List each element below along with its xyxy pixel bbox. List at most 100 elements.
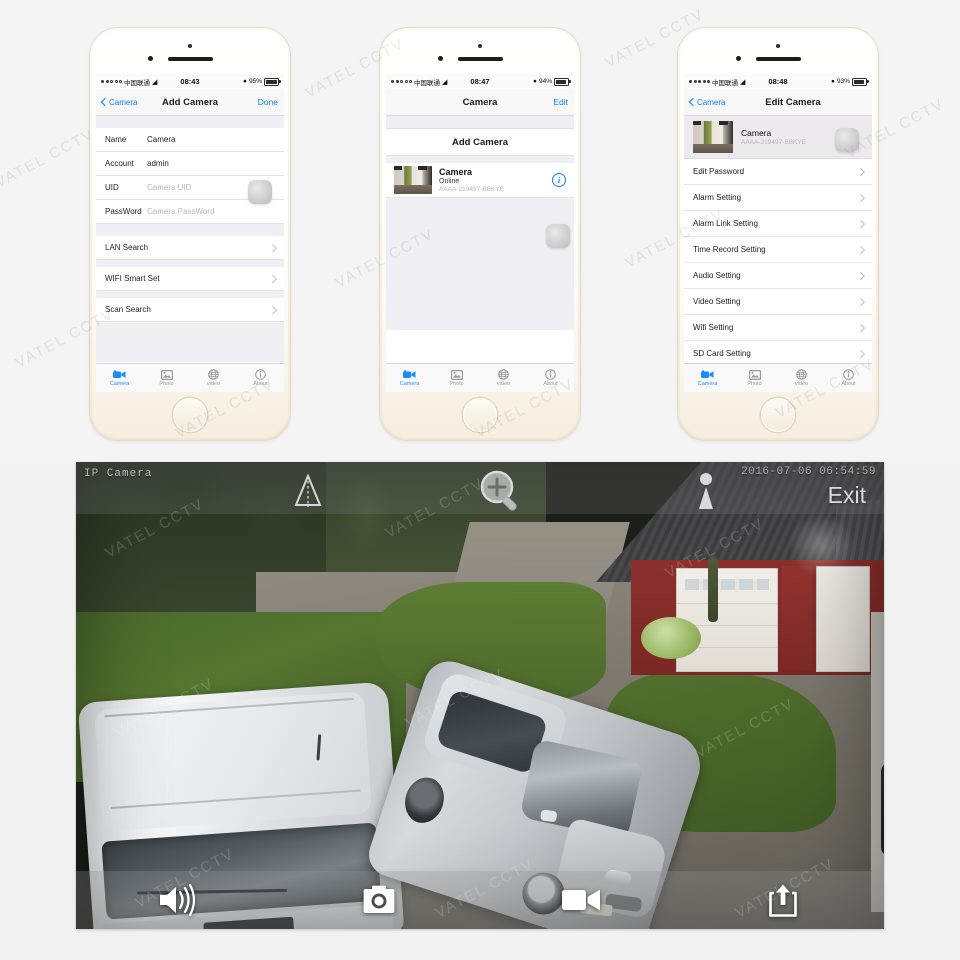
- add-camera-button[interactable]: Add Camera: [386, 128, 574, 156]
- camera-name: Camera: [439, 167, 473, 177]
- tab-about[interactable]: About: [825, 364, 872, 392]
- camcorder-icon: [403, 369, 416, 380]
- status-bar: 中国联通 ◢ 08:43 ● 95%: [96, 74, 284, 89]
- status-bar: 中国联通 ◢ 08:47 ● 94%: [386, 74, 574, 89]
- tab-camera[interactable]: Camera: [386, 364, 433, 392]
- camera-uid: AAAA-219497-BBKYE: [741, 139, 807, 146]
- wifi-smart-set-row[interactable]: WIFI Smart Set: [96, 267, 284, 291]
- record-video-icon[interactable]: [480, 886, 682, 914]
- camcorder-icon: [701, 369, 714, 380]
- chevron-right-icon: [268, 305, 277, 314]
- info-icon: [544, 369, 557, 380]
- wifi-smart-set-label: WIFI Smart Set: [105, 274, 160, 283]
- setting-row-audio-setting[interactable]: Audio Setting: [684, 263, 872, 289]
- side-door: [816, 566, 870, 672]
- tab-label: Camera: [399, 381, 420, 387]
- tab-bar: Camera Photo video About: [386, 363, 574, 392]
- tab-label: Photo: [747, 381, 762, 387]
- earpiece-speaker: [756, 57, 801, 61]
- setting-row-edit-password[interactable]: Edit Password: [684, 159, 872, 185]
- setting-label: Alarm Link Setting: [693, 219, 758, 228]
- camera-list-item[interactable]: Camera Online AAAA-219497-BBKYE i: [386, 163, 574, 198]
- tab-bar: Camera Photo video About: [684, 363, 872, 392]
- setting-row-alarm-setting[interactable]: Alarm Setting: [684, 185, 872, 211]
- field-label: PassWord: [105, 207, 142, 216]
- back-button[interactable]: Camera: [688, 98, 725, 107]
- tab-video[interactable]: video: [778, 364, 825, 392]
- earpiece-speaker: [168, 57, 213, 61]
- snapshot-camera-icon[interactable]: [278, 885, 480, 915]
- bush: [641, 617, 701, 659]
- share-icon[interactable]: [682, 883, 884, 917]
- viewer-top-toolbar: [76, 462, 884, 514]
- field-placeholder: Camera PassWord: [147, 207, 215, 216]
- tab-camera[interactable]: Camera: [96, 364, 143, 392]
- setting-row-time-record-setting[interactable]: Time Record Setting: [684, 237, 872, 263]
- sensor-icon: [148, 56, 153, 61]
- home-button[interactable]: [463, 398, 497, 432]
- chevron-right-icon: [856, 245, 865, 254]
- setting-row-wifi-setting[interactable]: Wifi Setting: [684, 315, 872, 341]
- tab-about[interactable]: About: [527, 364, 574, 392]
- setting-row-alarm-link-setting[interactable]: Alarm Link Setting: [684, 211, 872, 237]
- info-icon[interactable]: i: [552, 173, 566, 187]
- tab-camera[interactable]: Camera: [684, 364, 731, 392]
- tab-label: About: [543, 381, 558, 387]
- tab-photo[interactable]: Photo: [731, 364, 778, 392]
- tab-video[interactable]: video: [480, 364, 527, 392]
- field-placeholder: Camera UID: [147, 183, 192, 192]
- phone-bottom-hardware: [380, 392, 580, 440]
- camera-name: Camera: [741, 128, 772, 138]
- red-door: [782, 566, 812, 670]
- chevron-right-icon: [856, 271, 865, 280]
- tab-about[interactable]: About: [237, 364, 284, 392]
- field-row-name[interactable]: Name Camera: [96, 128, 284, 152]
- tab-label: Photo: [449, 381, 464, 387]
- touch-cursor-indicator: [248, 180, 272, 204]
- info-icon: [254, 369, 267, 380]
- done-button[interactable]: Done: [258, 97, 278, 107]
- scan-search-row[interactable]: Scan Search: [96, 298, 284, 322]
- field-row-account[interactable]: Account admin: [96, 152, 284, 176]
- globe-icon: [207, 369, 220, 380]
- setting-label: Video Setting: [693, 297, 741, 306]
- photo-icon: [450, 369, 463, 380]
- chevron-left-icon: [100, 97, 110, 107]
- tab-photo[interactable]: Photo: [433, 364, 480, 392]
- section-gap: [96, 291, 284, 298]
- section-gap: [96, 116, 284, 128]
- setting-label: Time Record Setting: [693, 245, 766, 254]
- section-gap: [386, 116, 574, 128]
- phone3-screen: 中国联通 ◢ 08:48 ● 93% Camera Edit Camera Ca…: [684, 74, 872, 392]
- info-icon: [842, 369, 855, 380]
- tab-label: Camera: [697, 381, 718, 387]
- tab-label: About: [253, 381, 268, 387]
- section-gap: [96, 260, 284, 267]
- photo-icon: [160, 369, 173, 380]
- phone-add-camera: 中国联通 ◢ 08:43 ● 95% Camera Add Camera Don…: [90, 28, 290, 440]
- front-camera-icon: [478, 44, 482, 48]
- phones-showcase: 中国联通 ◢ 08:43 ● 95% Camera Add Camera Don…: [0, 0, 960, 462]
- tab-label: Photo: [159, 381, 174, 387]
- setting-label: Alarm Setting: [693, 193, 742, 202]
- section-gap: [386, 156, 574, 163]
- tab-photo[interactable]: Photo: [143, 364, 190, 392]
- status-time: 08:47: [470, 77, 490, 86]
- setting-row-video-setting[interactable]: Video Setting: [684, 289, 872, 315]
- lan-search-row[interactable]: LAN Search: [96, 236, 284, 260]
- globe-icon: [497, 369, 510, 380]
- setting-label: Wifi Setting: [693, 323, 734, 332]
- speaker-icon[interactable]: [76, 884, 278, 916]
- phone-edit-camera: 中国联通 ◢ 08:48 ● 93% Camera Edit Camera Ca…: [678, 28, 878, 440]
- field-value: admin: [147, 159, 169, 168]
- setting-label: Audio Setting: [693, 271, 741, 280]
- home-button[interactable]: [761, 398, 795, 432]
- tab-video[interactable]: video: [190, 364, 237, 392]
- lan-search-label: LAN Search: [105, 243, 149, 252]
- globe-icon: [795, 369, 808, 380]
- back-button[interactable]: Camera: [100, 97, 137, 107]
- live-video-viewer[interactable]: IP Camera 2016-07-06 06:54:59 Exit: [76, 462, 884, 929]
- home-button[interactable]: [173, 398, 207, 432]
- camera-feed-scene: [76, 462, 884, 929]
- edit-button[interactable]: Edit: [553, 97, 568, 107]
